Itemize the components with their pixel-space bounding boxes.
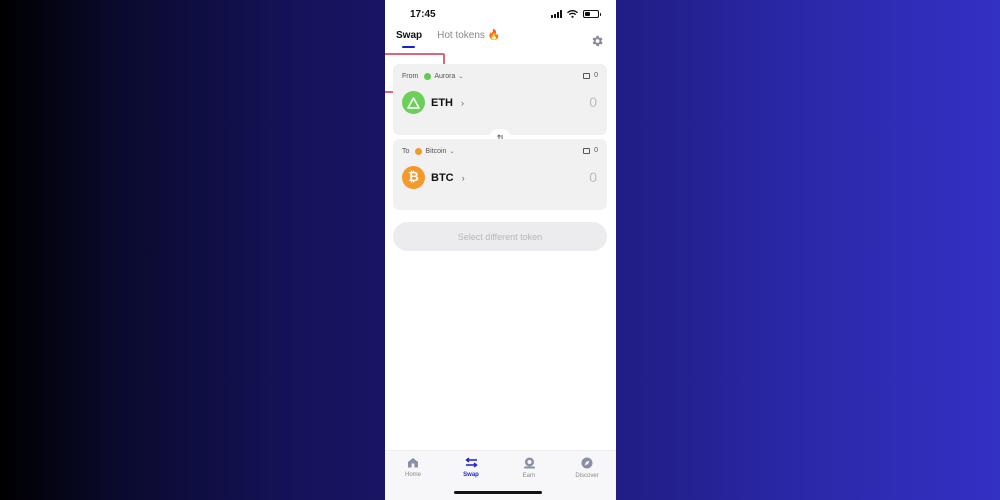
chevron-down-icon: ⌄ bbox=[449, 149, 455, 155]
to-amount-input[interactable]: 0 bbox=[589, 169, 597, 185]
earn-icon bbox=[523, 457, 535, 469]
from-chain-name: Aurora bbox=[434, 73, 456, 80]
chevron-right-icon: › bbox=[461, 97, 464, 108]
to-chain-name: Bitcoin bbox=[425, 148, 447, 155]
nav-discover[interactable]: Discover bbox=[564, 457, 610, 479]
to-chain-selector[interactable]: To Bitcoin ⌄ bbox=[402, 148, 454, 155]
from-label: From bbox=[402, 73, 419, 80]
nav-swap-label: Swap bbox=[463, 472, 479, 478]
nav-earn[interactable]: Earn bbox=[506, 457, 552, 479]
aurora-triangle-icon bbox=[402, 91, 425, 114]
nav-discover-label: Discover bbox=[575, 473, 599, 479]
tab-bar: Swap Hot tokens 🔥 bbox=[385, 30, 500, 93]
nav-earn-label: Earn bbox=[522, 473, 536, 479]
nav-home-label: Home bbox=[404, 472, 421, 478]
swap-arrows-icon bbox=[464, 457, 478, 468]
to-balance-value: 0 bbox=[594, 147, 598, 154]
discover-icon bbox=[581, 457, 593, 469]
from-chain-selector[interactable]: From Aurora ⌄ bbox=[402, 73, 463, 80]
from-token-selector[interactable]: ETH › bbox=[402, 91, 464, 114]
from-token-symbol: ETH bbox=[431, 96, 453, 109]
tab-swap-label: Swap bbox=[396, 30, 423, 41]
gear-icon[interactable] bbox=[590, 34, 604, 48]
from-token-card: From Aurora ⌄ 0 ETH › 0 bbox=[393, 64, 607, 135]
bitcoin-icon: ₿ bbox=[402, 166, 425, 189]
status-bar: 17:45 bbox=[385, 0, 616, 24]
phone-screen: 17:45 Swap Hot tokens 🔥 From Aurora ⌄ 0 … bbox=[385, 0, 616, 500]
nav-swap[interactable]: Swap bbox=[448, 457, 494, 478]
home-icon bbox=[408, 458, 418, 468]
to-token-card: To Bitcoin ⌄ 0 ₿ BTC › 0 bbox=[393, 139, 607, 210]
chevron-right-icon: › bbox=[461, 172, 465, 183]
aurora-chain-icon bbox=[424, 73, 432, 80]
tab-hot-tokens-label: Hot tokens 🔥 bbox=[437, 30, 501, 41]
from-amount-input[interactable]: 0 bbox=[589, 94, 597, 110]
chevron-down-icon: ⌄ bbox=[458, 74, 464, 80]
status-time: 17:45 bbox=[410, 9, 436, 20]
to-token-selector[interactable]: ₿ BTC › bbox=[402, 166, 465, 189]
to-balance: 0 bbox=[583, 147, 598, 154]
from-balance: 0 bbox=[583, 72, 598, 79]
to-token-symbol: BTC bbox=[431, 171, 454, 184]
from-balance-value: 0 bbox=[594, 72, 598, 79]
tab-swap[interactable]: Swap bbox=[385, 30, 445, 93]
wallet-icon bbox=[583, 72, 591, 79]
nav-home[interactable]: Home bbox=[390, 457, 436, 478]
to-label: To bbox=[402, 148, 410, 155]
wallet-icon bbox=[583, 147, 591, 154]
signal-icon bbox=[551, 10, 562, 18]
tab-active-indicator bbox=[402, 46, 415, 48]
status-icons bbox=[551, 10, 601, 18]
action-button-label: Select different token bbox=[457, 231, 543, 242]
bitcoin-chain-icon bbox=[415, 148, 423, 155]
wifi-icon bbox=[567, 10, 578, 18]
select-different-token-button[interactable]: Select different token bbox=[393, 222, 607, 251]
battery-icon bbox=[583, 10, 601, 18]
home-indicator bbox=[454, 491, 542, 494]
tab-hot-tokens[interactable]: Hot tokens 🔥 bbox=[437, 30, 500, 41]
